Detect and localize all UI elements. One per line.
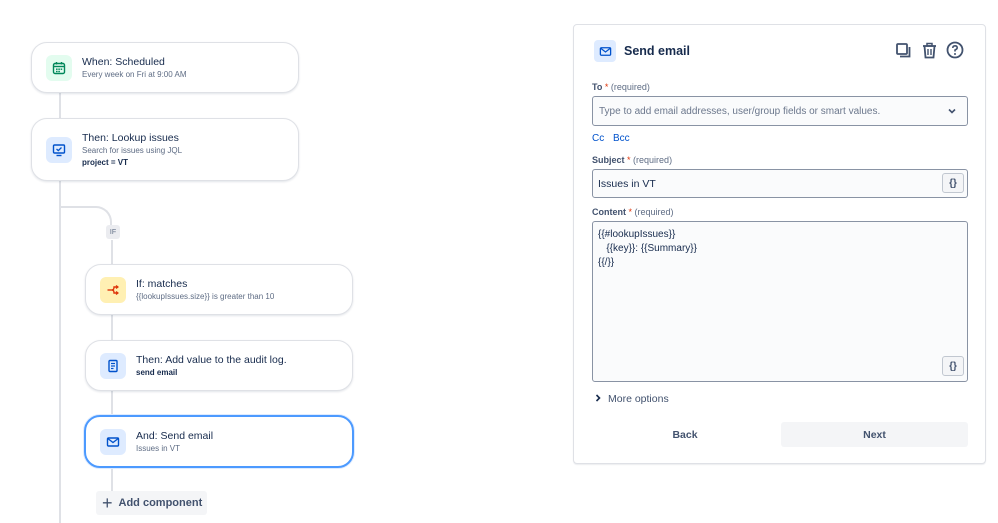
connector-line — [111, 240, 113, 265]
connector-line — [111, 314, 113, 341]
to-label: To * (required) — [592, 82, 650, 92]
content-textarea[interactable]: {{#lookupIssues}} {{key}}: {{Summary}} {… — [592, 221, 968, 382]
branch-icon — [100, 276, 126, 303]
document-icon — [100, 352, 126, 379]
trigger-subtitle: Every week on Fri at 9:00 AM — [82, 69, 187, 79]
lookup-detail: project = VT — [82, 157, 129, 167]
condition-card[interactable]: If: matches {{lookupIssues.size}} is gre… — [85, 264, 353, 315]
condition-title: If: matches — [136, 277, 188, 290]
panel-header: Send email — [594, 40, 690, 62]
lookup-title: Then: Lookup issues — [82, 131, 179, 144]
mail-icon — [594, 40, 616, 62]
trigger-title: When: Scheduled — [82, 55, 165, 68]
subject-label: Subject * (required) — [592, 155, 673, 165]
connector-line — [59, 180, 61, 523]
send-email-panel: Send email To * (required) Type to add e… — [573, 24, 986, 464]
connector-line — [111, 466, 113, 492]
next-button[interactable]: Next — [781, 422, 968, 447]
trigger-card[interactable]: When: Scheduled Every week on Fri at 9:0… — [31, 42, 299, 93]
content-label: Content * (required) — [592, 207, 674, 217]
bcc-link[interactable]: Bcc — [613, 133, 630, 144]
branch-if-label: IF — [106, 225, 120, 239]
condition-subtitle: {{lookupIssues.size}} is greater than 10 — [136, 291, 275, 301]
panel-title: Send email — [624, 44, 690, 58]
mail-icon — [100, 428, 126, 455]
audit-log-card[interactable]: Then: Add value to the audit log. send e… — [85, 340, 353, 391]
back-button[interactable]: Back — [592, 423, 778, 447]
connector-line — [111, 390, 113, 417]
subject-input[interactable]: Issues in VT — [592, 169, 968, 198]
subject-smart-value-button[interactable]: {} — [942, 173, 964, 193]
send-email-subtitle: Issues in VT — [136, 443, 181, 453]
audit-detail: send email — [136, 367, 178, 377]
help-icon[interactable] — [945, 40, 965, 60]
more-options-toggle[interactable]: More options — [594, 393, 669, 405]
monitor-check-icon — [46, 136, 72, 163]
cc-link[interactable]: Cc — [592, 133, 604, 144]
send-email-title: And: Send email — [136, 429, 214, 442]
duplicate-icon[interactable] — [893, 40, 913, 60]
automation-flow-canvas: When: Scheduled Every week on Fri at 9:0… — [0, 0, 560, 523]
lookup-issues-card[interactable]: Then: Lookup issues Search for issues us… — [31, 118, 299, 181]
chevron-down-icon[interactable] — [947, 106, 957, 119]
add-component-button[interactable]: + Add component — [96, 491, 207, 515]
to-placeholder: Type to add email addresses, user/group … — [599, 105, 881, 117]
lookup-subtitle: Search for issues using JQL — [82, 145, 183, 155]
plus-icon: + — [102, 493, 113, 513]
panel-actions — [893, 40, 965, 60]
to-field[interactable]: Type to add email addresses, user/group … — [592, 96, 968, 126]
content-smart-value-button[interactable]: {} — [942, 356, 964, 376]
trash-icon[interactable] — [919, 40, 939, 60]
add-component-label: Add component — [118, 497, 203, 509]
calendar-icon — [46, 54, 72, 81]
audit-title: Then: Add value to the audit log. — [136, 353, 287, 366]
cc-bcc-links: Cc Bcc — [592, 133, 636, 144]
send-email-card[interactable]: And: Send email Issues in VT — [84, 415, 354, 468]
more-options-label: More options — [608, 393, 669, 405]
subject-value: Issues in VT — [598, 177, 656, 190]
chevron-right-icon — [594, 394, 602, 404]
branch-connector — [60, 206, 112, 226]
